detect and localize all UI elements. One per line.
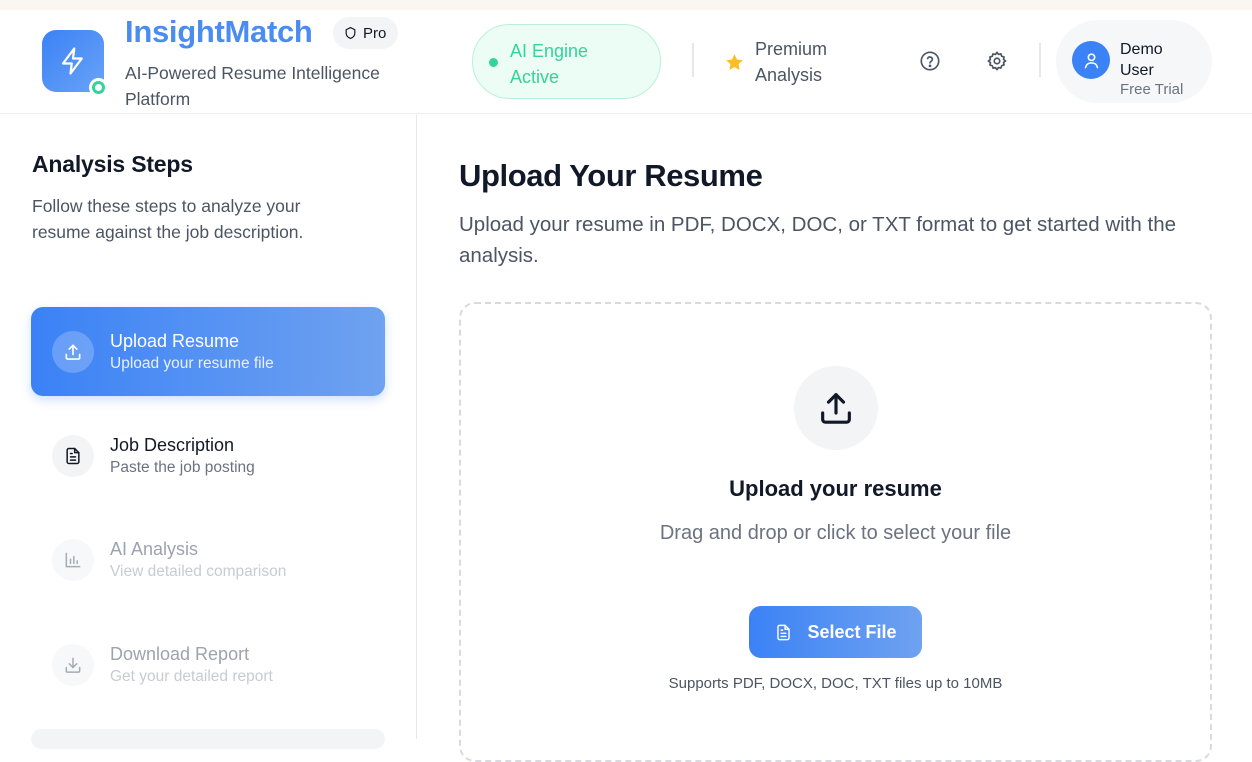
dropzone-subtitle: Drag and drop or click to select your fi… — [659, 522, 1012, 544]
pro-badge: Pro — [333, 17, 399, 49]
sidebar-footer-card — [31, 729, 385, 749]
user-menu[interactable]: Demo User Free Trial — [1056, 20, 1212, 103]
ai-engine-status: AI Engine Active — [472, 24, 661, 99]
premium-analysis-label: Premium Analysis — [755, 39, 828, 85]
upload-icon-container — [794, 366, 878, 450]
user-name: Demo User — [1120, 41, 1163, 79]
sidebar-title: Analysis Steps — [32, 151, 193, 177]
select-file-button[interactable]: Select File — [749, 606, 922, 658]
step-subtitle: Get your detailed report — [110, 668, 273, 685]
status-dot — [489, 58, 498, 67]
main-content: Upload Your Resume Upload your resume in… — [418, 115, 1252, 762]
step-title: Upload Resume — [110, 331, 240, 351]
step-title: AI Analysis — [110, 539, 199, 559]
step-job-description[interactable]: Job Description Paste the job posting — [31, 411, 385, 500]
file-dropzone[interactable]: Upload your resume Drag and drop or clic… — [459, 302, 1212, 762]
bar-chart-icon — [65, 552, 81, 568]
step-download-report[interactable]: Download Report Get your detailed report — [31, 620, 385, 709]
lightning-icon — [61, 47, 83, 75]
brand-name: InsightMatch — [125, 14, 313, 49]
dropzone-title: Upload your resume — [729, 476, 942, 501]
steps-sidebar: Analysis Steps Follow these steps to ana… — [0, 115, 417, 749]
header-divider — [1039, 43, 1041, 77]
step-icon-container — [52, 539, 94, 581]
tagline: AI-Powered Resume Intelligence Platform — [125, 63, 380, 109]
avatar — [1072, 41, 1110, 79]
step-ai-analysis[interactable]: AI Analysis View detailed comparison — [31, 515, 385, 604]
step-icon-container — [52, 644, 94, 686]
step-icon-container — [52, 331, 94, 373]
user-icon — [1084, 52, 1098, 68]
upload-icon — [821, 393, 851, 424]
settings-button[interactable] — [984, 48, 1010, 74]
shield-icon — [345, 26, 356, 40]
user-plan: Free Trial — [1120, 81, 1184, 98]
help-icon — [920, 51, 940, 71]
sidebar-description: Follow these steps to analyze your resum… — [32, 196, 304, 242]
step-subtitle: View detailed comparison — [110, 563, 287, 580]
help-button[interactable] — [917, 48, 943, 74]
ai-engine-status-label: AI Engine Active — [510, 41, 589, 87]
step-subtitle: Upload your resume file — [110, 355, 274, 372]
step-icon-container — [52, 435, 94, 477]
supported-formats-note: Supports PDF, DOCX, DOC, TXT files up to… — [668, 675, 1003, 692]
app-header: InsightMatch Pro AI-Powered Resume Intel… — [0, 10, 1252, 114]
step-title: Job Description — [110, 435, 235, 455]
online-indicator — [89, 78, 108, 97]
top-strip — [0, 0, 1252, 10]
page-title: Upload Your Resume — [459, 158, 763, 193]
step-subtitle: Paste the job posting — [110, 459, 255, 476]
document-icon — [66, 447, 80, 465]
select-file-label: Select File — [807, 621, 897, 642]
download-icon — [65, 657, 81, 673]
step-title: Download Report — [110, 644, 250, 664]
header-divider — [692, 43, 694, 77]
gear-icon — [987, 51, 1007, 71]
premium-analysis[interactable]: Premium Analysis — [724, 36, 855, 88]
star-icon — [726, 53, 743, 70]
step-upload-resume[interactable]: Upload Resume Upload your resume file — [31, 307, 385, 396]
upload-icon — [65, 344, 81, 360]
pro-badge-label: Pro — [363, 24, 387, 42]
page-description: Upload your resume in PDF, DOCX, DOC, or… — [459, 213, 1177, 267]
file-icon — [777, 624, 791, 640]
